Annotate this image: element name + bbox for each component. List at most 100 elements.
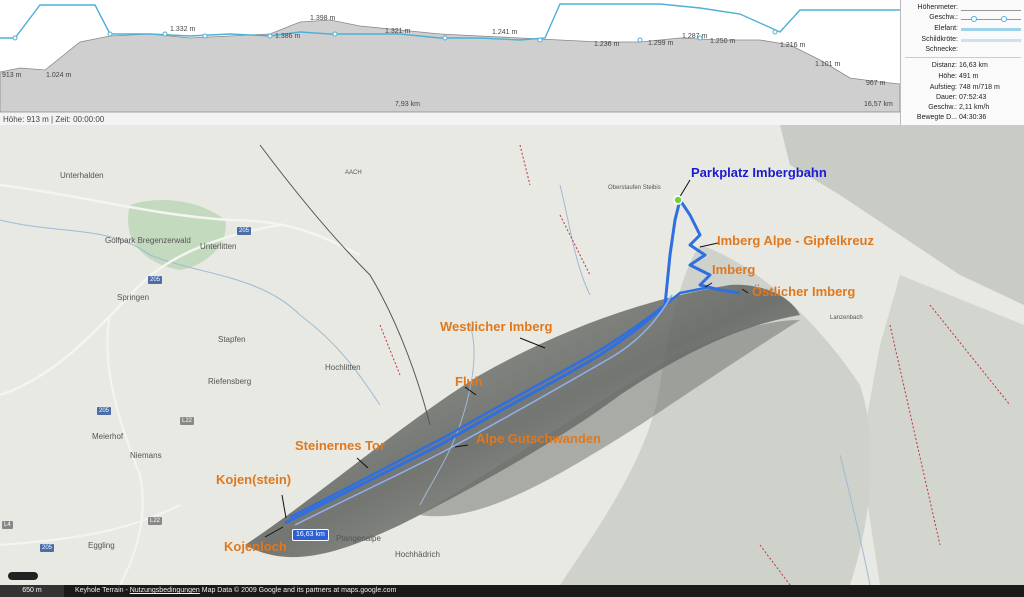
- legend-label: Höhenmeter:: [917, 4, 958, 11]
- elevation-label: 1.398 m: [310, 15, 336, 22]
- pointer-line: [281, 494, 287, 519]
- place-label: Lanzenbach: [830, 315, 863, 321]
- legend-swatch: [961, 9, 1021, 11]
- place-label: Hochlitten: [325, 363, 361, 372]
- place-label: Meierhof: [92, 432, 124, 441]
- road-number-badge: 205: [148, 276, 163, 284]
- pointer-line: [699, 242, 719, 248]
- distance-badge: 16,63 km: [292, 529, 329, 541]
- pointer-line: [519, 337, 546, 349]
- annotation-fluh[interactable]: Fluh: [455, 374, 482, 389]
- stat-value: 491 m: [959, 73, 979, 80]
- legend-row-snail[interactable]: Schnecke:: [901, 46, 1024, 55]
- road-number-badge: 205: [97, 407, 112, 415]
- elevation-label: 1.024 m: [46, 72, 72, 79]
- stat-height: Höhe: 491 m: [901, 73, 1024, 83]
- terrain-map[interactable]: Unterhalden Golfpark Bregenzerwald Unter…: [0, 125, 1024, 585]
- road: [0, 504, 181, 546]
- annotation-alpe-gutschwanden[interactable]: Alpe Gutschwanden: [476, 431, 601, 446]
- stat-key: Dauer:: [935, 94, 957, 101]
- place-label: Unterhalden: [60, 171, 104, 180]
- elevation-label: 1.241 m: [492, 29, 518, 36]
- place-label: Hochhädrich: [395, 550, 440, 559]
- attribution-text: Map Data © 2009 Google and its partners …: [199, 587, 397, 594]
- legend-row-speed[interactable]: Geschw.:: [901, 14, 1024, 23]
- legend-dot-icon: [971, 16, 977, 22]
- annotation-parkplatz-imbergbahn[interactable]: Parkplatz Imbergbahn: [691, 165, 827, 180]
- horizontal-scroll-thumb[interactable]: [8, 572, 38, 580]
- distance-label: 16,57 km: [864, 101, 893, 108]
- annotation-oestlicher-imberg[interactable]: Östlicher Imberg: [752, 284, 855, 299]
- attribution: Keyhole Terrain - Nutzungsbedingungen Ma…: [75, 585, 396, 597]
- stat-speed: Geschw.: 2,11 km/h: [901, 104, 1024, 114]
- place-label: Springen: [117, 293, 150, 302]
- place-label: Ptangenalpe: [336, 534, 381, 543]
- elevation-label: 1.386 m: [275, 33, 301, 40]
- stat-value: 07:52:43: [959, 94, 987, 101]
- place-label: Golfpark Bregenzerwald: [105, 236, 191, 245]
- road-number-badge: 205: [237, 227, 252, 235]
- legend-label: Elefant:: [934, 25, 958, 32]
- legend-label: Geschw.:: [929, 14, 958, 21]
- stat-key: Aufstieg:: [929, 84, 957, 91]
- place-label: Eggling: [88, 541, 115, 550]
- stat-ascent: Aufstieg: 748 m/718 m: [901, 84, 1024, 94]
- elevation-label: 1.321 m: [385, 28, 411, 35]
- elevation-profile-chart[interactable]: [0, 0, 900, 112]
- annotation-kojen-stein[interactable]: Kojen(stein): [216, 472, 291, 487]
- elevation-label: 1.250 m: [710, 38, 736, 45]
- legend-label: Schildkröte:: [921, 36, 958, 43]
- legend-swatch: [961, 28, 1021, 31]
- elevation-profile[interactable]: 913 m 1.024 m 1.332 m 1.386 m 1.398 m 1.…: [0, 0, 900, 112]
- place-label: Niemans: [130, 451, 162, 460]
- stat-duration: Dauer: 07:52:43: [901, 94, 1024, 104]
- stat-key: Höhe:: [938, 73, 957, 80]
- legend-swatch: [961, 19, 1021, 20]
- ski-lift: [559, 214, 591, 276]
- elevation-label: 967 m: [866, 80, 886, 87]
- place-label: Unterlitten: [200, 242, 237, 251]
- place-label: Oberstaufen Steibis: [608, 185, 661, 191]
- place-label: Stapfen: [218, 335, 246, 344]
- river: [559, 184, 591, 296]
- place-label: AACH: [345, 170, 362, 176]
- elevation-label: 1.216 m: [780, 42, 806, 49]
- annotation-kojenloch[interactable]: Kojenloch: [224, 539, 287, 554]
- elevation-label: 1.101 m: [815, 61, 841, 68]
- legend-row-turtle[interactable]: Schildkröte:: [901, 36, 1024, 45]
- legend-dot-icon: [1001, 16, 1007, 22]
- road-number-badge: L4: [2, 521, 13, 529]
- elevation-label: 913 m: [2, 72, 22, 79]
- hillshade: [860, 275, 1024, 585]
- stat-key: Geschw.:: [928, 104, 957, 111]
- distance-label: 7,93 km: [395, 101, 420, 108]
- road-number-badge: 205: [40, 544, 55, 552]
- stat-moving-duration: Bewegte D... 04:30:36: [901, 114, 1024, 124]
- stat-value: 16,63 km: [959, 62, 988, 69]
- stat-value: 04:30:36: [959, 114, 987, 121]
- annotation-steinernes-tor[interactable]: Steinernes Tor: [295, 438, 385, 453]
- stat-value: 748 m/718 m: [959, 84, 1000, 91]
- stat-distance: Distanz: 16,63 km: [901, 62, 1024, 72]
- legend-label: Schnecke:: [925, 46, 958, 53]
- legend-row-elephant[interactable]: Elefant:: [901, 25, 1024, 34]
- stat-value: 2,11 km/h: [959, 104, 990, 111]
- terrain-layer: [0, 125, 1024, 585]
- legend-swatch: [961, 39, 1021, 42]
- road-number-badge: L22: [180, 417, 195, 425]
- ski-lift: [519, 144, 531, 186]
- panel-divider: [905, 57, 1021, 58]
- start-marker-icon: [673, 195, 683, 205]
- legend-row-elevation[interactable]: Höhenmeter:: [901, 4, 1024, 13]
- elevation-label: 1.299 m: [648, 40, 674, 47]
- elevation-label: 1.236 m: [594, 41, 620, 48]
- track-info-panel: Höhenmeter: Geschw.: Elefant: Schildkröt…: [900, 0, 1024, 125]
- stat-key: Bewegte D...: [916, 114, 957, 121]
- annotation-imberg-alpe-gipfelkreuz[interactable]: Imberg Alpe - Gipfelkreuz: [717, 233, 874, 248]
- annotation-imberg[interactable]: Imberg: [712, 262, 755, 277]
- annotation-westlicher-imberg[interactable]: Westlicher Imberg: [440, 319, 552, 334]
- terms-link[interactable]: Nutzungsbedingungen: [130, 587, 200, 594]
- elevation-label: 1.332 m: [170, 26, 196, 33]
- ski-lift: [379, 324, 401, 376]
- map-footer: 650 m Keyhole Terrain - Nutzungsbedingun…: [0, 585, 1024, 597]
